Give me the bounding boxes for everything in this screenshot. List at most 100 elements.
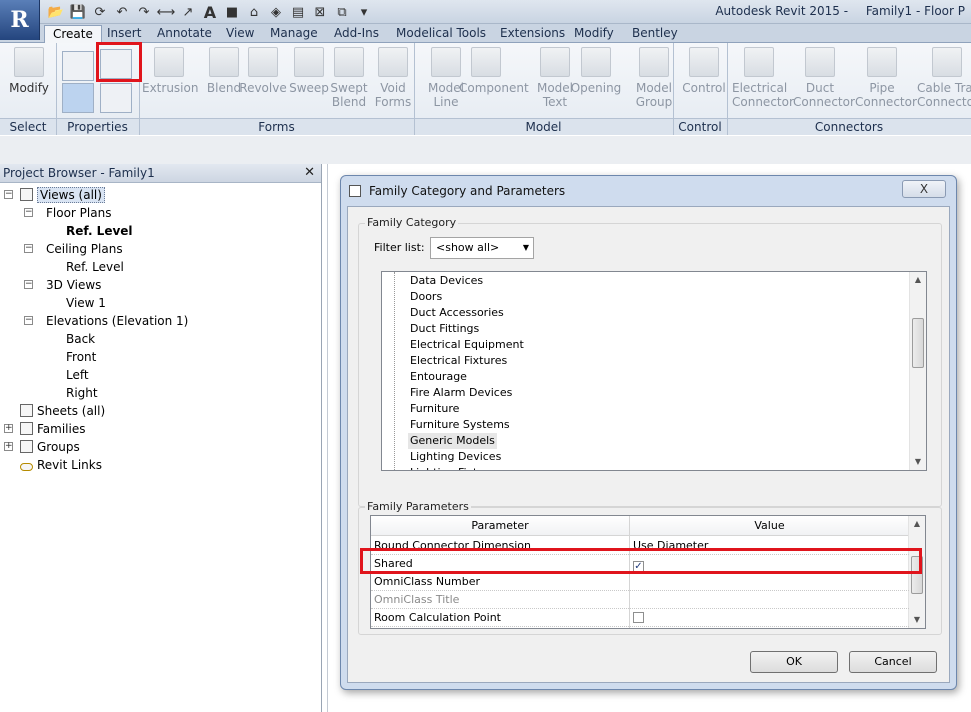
tree-item[interactable]: Elevations (Elevation 1) (46, 312, 188, 330)
parameter-name: OmniClass Number (371, 573, 629, 591)
expand-icon[interactable]: + (4, 442, 13, 451)
column-header-parameter[interactable]: Parameter (371, 516, 629, 536)
tab-modify[interactable]: Modify (566, 25, 622, 43)
ribbon-button-extrusion[interactable]: Extrusion (142, 47, 198, 95)
scroll-up-icon[interactable]: ▲ (909, 516, 925, 532)
checkbox-unchecked[interactable] (633, 612, 644, 623)
tree-item[interactable]: Views (all) (20, 186, 105, 204)
redo-icon[interactable]: ↷ (134, 2, 154, 22)
ribbon-button-control[interactable]: Control (677, 47, 731, 95)
close-hidden-icon[interactable]: ⊠ (310, 2, 330, 22)
ribbon-button-opening[interactable]: Opening (569, 47, 623, 95)
tab-modelical-tools[interactable]: Modelical Tools (388, 25, 494, 43)
collapse-icon[interactable]: − (24, 208, 33, 217)
category-list-scrollbar[interactable]: ▲ ▼ (909, 272, 926, 470)
panel-label-properties[interactable]: Properties (56, 120, 139, 134)
text-icon[interactable]: ■ (222, 2, 242, 22)
family-types-icon[interactable] (62, 51, 94, 81)
collapse-icon[interactable]: − (24, 244, 33, 253)
panel-label-control[interactable]: Control (673, 120, 727, 134)
panel-label-forms[interactable]: Forms (139, 120, 414, 134)
parameter-value[interactable] (630, 609, 909, 627)
sync-icon[interactable]: ⟳ (90, 2, 110, 22)
thin-lines-icon[interactable]: ▤ (288, 2, 308, 22)
category-item[interactable]: Data Devices (408, 273, 485, 289)
tree-item[interactable]: Ref. Level (66, 222, 133, 240)
cancel-button[interactable]: Cancel (849, 651, 937, 673)
ribbon-button-duct-connector[interactable]: Duct Connector (793, 47, 855, 109)
category-item[interactable]: Furniture (408, 401, 461, 417)
tree-item[interactable]: Back (66, 330, 95, 348)
tab-extensions[interactable]: Extensions (492, 25, 573, 43)
section-icon[interactable]: ◈ (266, 2, 286, 22)
save-icon[interactable]: 💾 (68, 2, 88, 22)
tree-item[interactable]: Revit Links (20, 456, 102, 474)
pipe-connector-icon (867, 47, 897, 77)
ribbon-button-component[interactable]: Component (459, 47, 529, 95)
panel-label-model[interactable]: Model (414, 120, 673, 134)
category-item[interactable]: Fire Alarm Devices (408, 385, 514, 401)
expand-icon[interactable]: + (4, 424, 13, 433)
close-icon[interactable]: ✕ (304, 164, 315, 182)
tree-item[interactable]: Floor Plans (46, 204, 111, 222)
tab-annotate[interactable]: Annotate (149, 25, 220, 43)
collapse-icon[interactable]: − (24, 280, 33, 289)
ok-button[interactable]: OK (750, 651, 838, 673)
tree-item[interactable]: Left (66, 366, 89, 384)
ribbon-button-pipe-connector[interactable]: Pipe Connector (855, 47, 917, 109)
scroll-down-icon[interactable]: ▼ (910, 454, 926, 470)
category-list[interactable]: ▲ ▼ Data Devices Doors Duct Accessories Duc… (381, 271, 927, 471)
tab-bentley[interactable]: Bentley (624, 25, 686, 43)
collapse-icon[interactable]: − (24, 316, 33, 325)
tree-item[interactable]: Groups (20, 438, 80, 456)
tab-create[interactable]: Create (44, 25, 102, 43)
dimension-icon[interactable]: ↗ (178, 2, 198, 22)
text-icon[interactable]: A (200, 2, 220, 22)
category-item[interactable]: Entourage (408, 369, 469, 385)
undo-icon[interactable]: ↶ (112, 2, 132, 22)
category-item[interactable]: Lighting Devices (408, 449, 503, 465)
category-item[interactable]: Duct Accessories (408, 305, 506, 321)
category-item[interactable]: Electrical Fixtures (408, 353, 509, 369)
scroll-down-icon[interactable]: ▼ (909, 612, 925, 628)
panel-label-select[interactable]: Select (0, 120, 56, 134)
ribbon-button-void-forms[interactable]: Void Forms (366, 47, 420, 109)
category-item[interactable]: Generic Models (408, 433, 497, 449)
ribbon-button-electrical-connector[interactable]: Electrical Connector (732, 47, 794, 109)
tab-insert[interactable]: Insert (99, 25, 149, 43)
3d-view-icon[interactable]: ⌂ (244, 2, 264, 22)
tree-item[interactable]: Ceiling Plans (46, 240, 123, 258)
parameter-value[interactable] (630, 573, 909, 591)
scroll-up-icon[interactable]: ▲ (910, 272, 926, 288)
tab-manage[interactable]: Manage (262, 25, 326, 43)
parameter-value[interactable] (630, 591, 909, 609)
scroll-thumb[interactable] (912, 318, 924, 368)
tab-add-ins[interactable]: Add-Ins (326, 25, 387, 43)
category-item[interactable]: Furniture Systems (408, 417, 512, 433)
ribbon-button-modify[interactable]: Modify (2, 47, 56, 95)
tab-view[interactable]: View (218, 25, 262, 43)
panel-label-connectors[interactable]: Connectors (727, 120, 971, 134)
category-item[interactable]: Electrical Equipment (408, 337, 526, 353)
application-menu-button[interactable]: R (0, 0, 40, 40)
dialog-close-button[interactable]: X (902, 180, 946, 198)
tree-item[interactable]: Ref. Level (66, 258, 124, 276)
open-icon[interactable]: 📂 (46, 2, 66, 22)
category-item[interactable]: Lighting Fixtures (408, 465, 503, 470)
tree-item[interactable]: Sheets (all) (20, 402, 105, 420)
tree-item[interactable]: View 1 (66, 294, 106, 312)
tree-item[interactable]: 3D Views (46, 276, 101, 294)
customize-qat-icon[interactable]: ▾ (354, 2, 374, 22)
tree-item[interactable]: Front (66, 348, 96, 366)
category-item[interactable]: Doors (408, 289, 444, 305)
ribbon-button-cable-tray-connector[interactable]: Cable Tray Connector (917, 47, 971, 109)
measure-icon[interactable]: ⟷ (156, 2, 176, 22)
collapse-icon[interactable]: − (4, 190, 13, 199)
filter-list-dropdown[interactable]: <show all> ▼ (430, 237, 534, 259)
switch-windows-icon[interactable]: ⧉ (332, 2, 352, 22)
type-properties-icon[interactable] (62, 83, 94, 113)
column-header-value[interactable]: Value (630, 516, 909, 536)
category-item[interactable]: Duct Fittings (408, 321, 481, 337)
tree-item[interactable]: Families (20, 420, 85, 438)
tree-item[interactable]: Right (66, 384, 98, 402)
